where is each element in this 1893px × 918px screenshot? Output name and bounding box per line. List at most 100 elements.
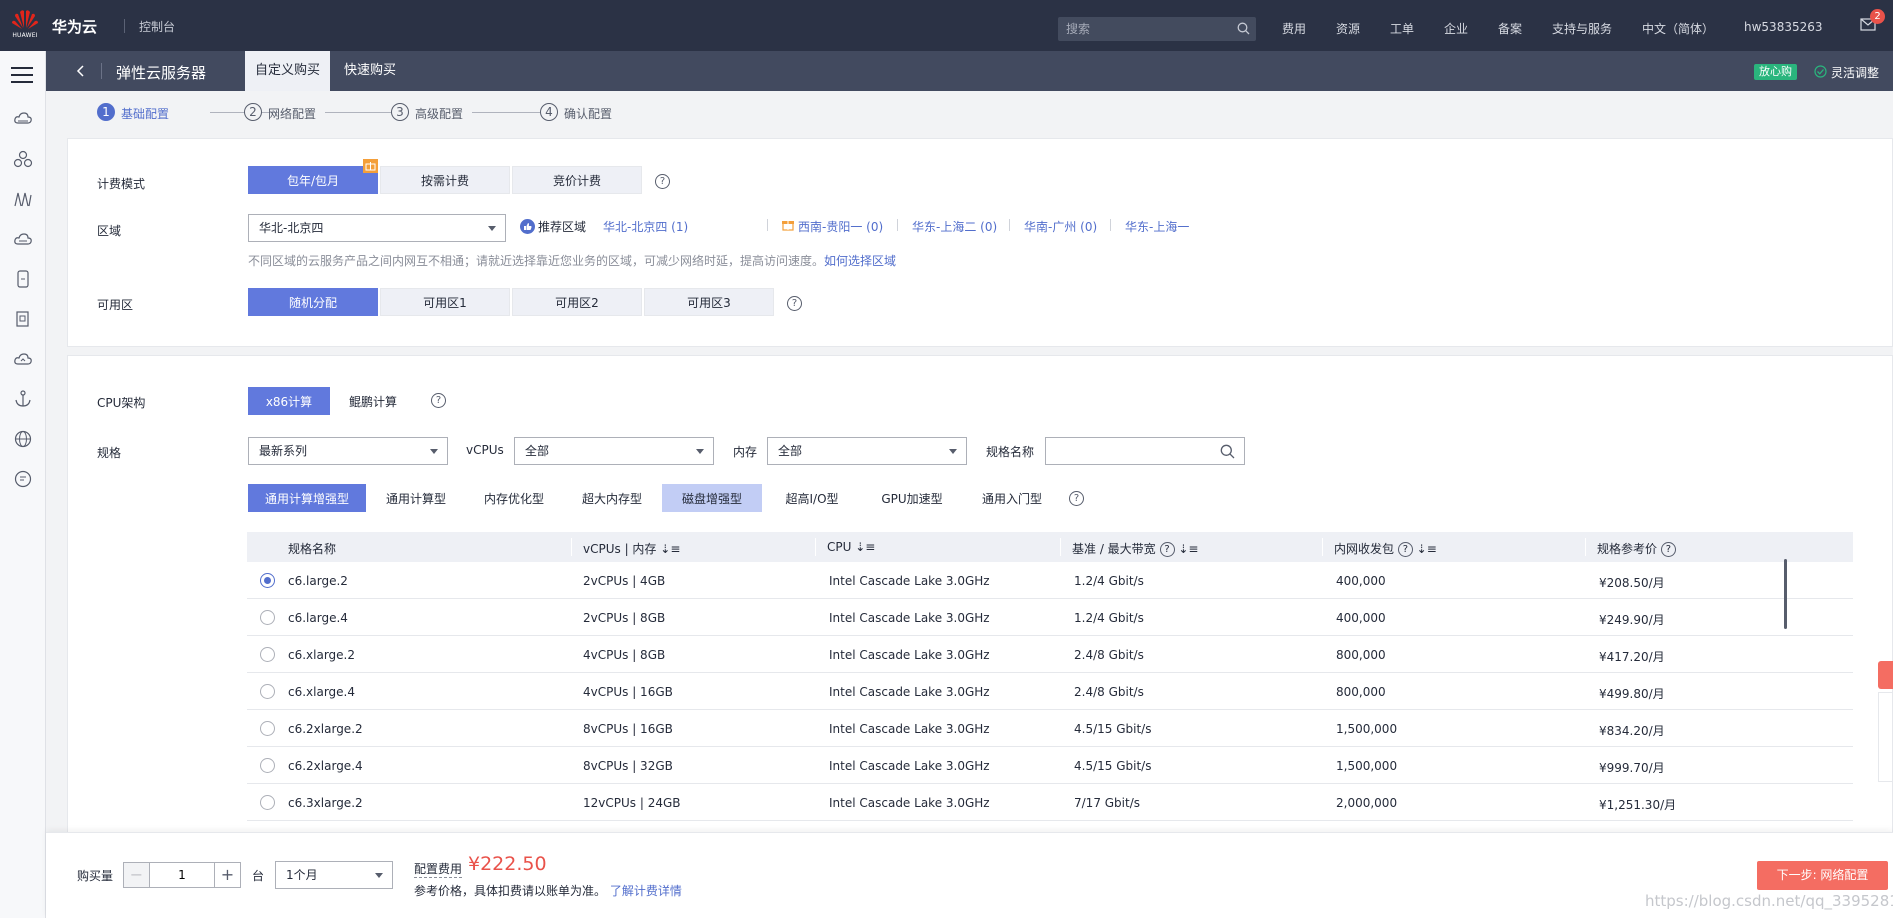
global-search[interactable] [1058,17,1256,41]
cloud-icon[interactable] [13,349,33,369]
thumbs-up-icon [520,219,535,234]
row-radio[interactable] [260,610,275,625]
col-vcpus-memory[interactable]: vCPUs | 内存 ⇣≡ [583,540,680,557]
sort-icon[interactable]: ⇣≡ [1178,542,1198,556]
help-icon[interactable]: ? [1397,542,1413,557]
type-memory-optimized[interactable]: 内存优化型 [466,484,562,512]
help-icon[interactable]: ? [1660,542,1676,557]
type-disk-enhanced[interactable]: 磁盘增强型 [662,484,762,512]
tab-quick-purchase[interactable]: 快速购买 [334,51,406,91]
billing-yearly-monthly[interactable]: 包年/包月 [248,166,378,194]
region-link-beijing4[interactable]: 华北-北京四 (1) [603,218,688,235]
menu-icon[interactable] [11,66,33,84]
table-row[interactable]: c6.xlarge.2 4vCPUs | 8GB Intel Cascade L… [247,636,1853,673]
nav-tickets[interactable]: 工单 [1390,20,1414,37]
nav-enterprise[interactable]: 企业 [1444,20,1468,37]
search-icon[interactable] [1220,444,1235,459]
help-icon[interactable]: ? [787,296,802,311]
huawei-logo[interactable]: HUAWEI [10,8,40,42]
nav-billing[interactable]: 费用 [1282,20,1306,37]
sort-icon[interactable]: ⇣≡ [1417,542,1437,556]
type-high-io[interactable]: 超高I/O型 [764,484,860,512]
step-3-label: 高级配置 [415,107,464,121]
search-icon[interactable] [1237,22,1250,35]
global-search-input[interactable] [1066,21,1226,37]
phone-icon[interactable] [13,269,33,289]
billing-details-link[interactable]: 了解计费详情 [610,884,682,898]
duration-select[interactable]: 1个月 [275,861,393,889]
feedback-tab[interactable] [1878,661,1893,689]
spec-name-search[interactable] [1045,437,1245,465]
help-icon[interactable]: ? [1159,542,1175,557]
row-radio[interactable] [260,721,275,736]
col-bandwidth[interactable]: 基准 / 最大带宽 ? ⇣≡ [1072,540,1198,557]
anchor-icon[interactable] [13,389,33,409]
nav-resources[interactable]: 资源 [1336,20,1360,37]
quantity-input[interactable] [150,862,214,888]
col-cpu[interactable]: CPU ⇣≡ [827,540,875,554]
type-entry[interactable]: 通用入门型 [964,484,1060,512]
region-link-shanghai2[interactable]: 华东-上海二 (0) [912,218,997,235]
table-row[interactable]: c6.2xlarge.4 8vCPUs | 32GB Intel Cascade… [247,747,1853,784]
chat-icon[interactable] [13,469,33,489]
az-1[interactable]: 可用区1 [380,288,510,316]
console-link[interactable]: 控制台 [139,18,175,35]
help-icon[interactable]: ? [655,174,670,189]
region-select[interactable]: 华北-北京四 [248,214,506,242]
table-row[interactable]: c6.large.2 2vCPUs | 4GB Intel Cascade La… [247,562,1853,599]
cluster-icon[interactable] [13,149,33,169]
memory-select[interactable]: 全部 [767,437,967,465]
how-to-choose-region-link[interactable]: 如何选择区域 [824,254,896,268]
step-4-circle: 4 [540,103,558,121]
quantity-increase-button[interactable]: + [214,862,241,888]
watermark-text: https://blog.csdn.net/qq_33952811 [1645,892,1893,910]
back-arrow-icon[interactable] [74,64,88,78]
globe-icon[interactable] [13,429,33,449]
type-general-enhanced[interactable]: 通用计算增强型 [248,484,366,512]
row-radio[interactable] [260,795,275,810]
sort-icon[interactable]: ⇣≡ [855,540,875,554]
nav-support[interactable]: 支持与服务 [1552,20,1612,37]
nav-username[interactable]: hw53835263 [1744,20,1823,34]
help-icon[interactable]: ? [1069,491,1084,506]
sort-icon[interactable]: ⇣≡ [660,542,680,556]
document-icon[interactable] [13,309,33,329]
region-link-guiyang1[interactable]: 西南-贵阳一 (0) [798,218,883,235]
table-row[interactable]: c6.xlarge.4 4vCPUs | 16GB Intel Cascade … [247,673,1853,710]
region-link-guangzhou[interactable]: 华南-广州 (0) [1024,218,1097,235]
region-link-shanghai1[interactable]: 华东-上海一 [1125,218,1189,235]
series-select[interactable]: 最新系列 [248,437,448,465]
type-gpu[interactable]: GPU加速型 [862,484,962,512]
tab-custom-purchase[interactable]: 自定义购买 [245,51,331,91]
table-row[interactable]: c6.3xlarge.2 12vCPUs | 24GB Intel Cascad… [247,784,1853,821]
billing-spot[interactable]: 竞价计费 [512,166,642,194]
table-row[interactable]: c6.2xlarge.2 8vCPUs | 16GB Intel Cascade… [247,710,1853,747]
az-random[interactable]: 随机分配 [248,288,378,316]
storage-cloud-icon[interactable] [13,229,33,249]
col-pps[interactable]: 内网收发包 ? ⇣≡ [1334,540,1437,557]
type-large-memory[interactable]: 超大内存型 [564,484,660,512]
row-radio[interactable] [260,647,275,662]
cloud-server-icon[interactable] [13,109,33,129]
quantity-decrease-button[interactable]: − [123,862,150,888]
network-icon[interactable] [13,189,33,209]
row-radio[interactable] [260,573,275,588]
type-general[interactable]: 通用计算型 [368,484,464,512]
table-scrollbar[interactable] [1784,559,1787,629]
cell-vcpus-memory: 12vCPUs | 24GB [583,796,681,810]
cloud-name[interactable]: 华为云 [52,16,97,37]
cpu-x86[interactable]: x86计算 [248,387,330,415]
help-icon[interactable]: ? [431,393,446,408]
cpu-kunpeng[interactable]: 鲲鹏计算 [332,387,414,415]
nav-language[interactable]: 中文（简体） [1642,20,1714,37]
vcpus-select[interactable]: 全部 [514,437,714,465]
table-row[interactable]: c6.large.4 2vCPUs | 8GB Intel Cascade La… [247,599,1853,636]
az-2[interactable]: 可用区2 [512,288,642,316]
next-network-config-button[interactable]: 下一步: 网络配置 [1757,861,1888,890]
row-radio[interactable] [260,684,275,699]
nav-icp[interactable]: 备案 [1498,20,1522,37]
az-3[interactable]: 可用区3 [644,288,774,316]
billing-on-demand[interactable]: 按需计费 [380,166,510,194]
side-float-panel[interactable] [1878,692,1893,782]
row-radio[interactable] [260,758,275,773]
